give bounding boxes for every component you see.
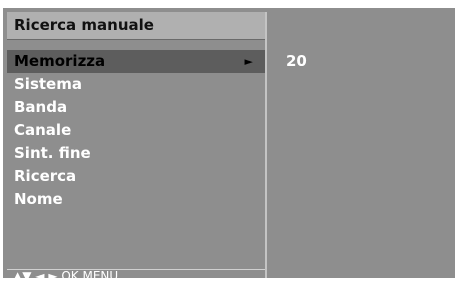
menu-item-label: Sint. fine xyxy=(14,144,91,162)
menu-item-sistema[interactable]: Sistema xyxy=(7,73,265,96)
menu-item-label: Memorizza xyxy=(14,52,106,70)
menu-item-memorizza[interactable]: Memorizza ► xyxy=(7,50,265,73)
menu-item-banda[interactable]: Banda xyxy=(7,96,265,119)
menu-item-label: Nome xyxy=(14,190,63,208)
menu-item-nome[interactable]: Nome xyxy=(7,188,265,211)
footer-hints: ▲▼ ◄ ► OK MENU xyxy=(7,269,265,283)
memorizza-value: 20 xyxy=(286,52,307,70)
menu-list: Memorizza ► Sistema Banda Canale Sint. f… xyxy=(7,50,265,211)
title-bar: Ricerca manuale xyxy=(7,12,265,40)
menu-item-label: Ricerca xyxy=(14,167,77,185)
navigation-hint: ▲▼ ◄ ► OK MENU xyxy=(13,269,119,283)
osd-menu: Ricerca manuale Memorizza ► Sistema Band… xyxy=(3,8,455,283)
menu-title: Ricerca manuale xyxy=(14,16,154,34)
menu-item-label: Canale xyxy=(14,121,72,139)
menu-panel: Ricerca manuale Memorizza ► Sistema Band… xyxy=(7,12,265,283)
arrow-right-icon: ► xyxy=(244,55,253,68)
menu-item-sint-fine[interactable]: Sint. fine xyxy=(7,142,265,165)
menu-item-label: Sistema xyxy=(14,75,82,93)
value-panel: 20 xyxy=(267,12,455,278)
menu-item-ricerca[interactable]: Ricerca xyxy=(7,165,265,188)
menu-item-label: Banda xyxy=(14,98,68,116)
menu-item-canale[interactable]: Canale xyxy=(7,119,265,142)
